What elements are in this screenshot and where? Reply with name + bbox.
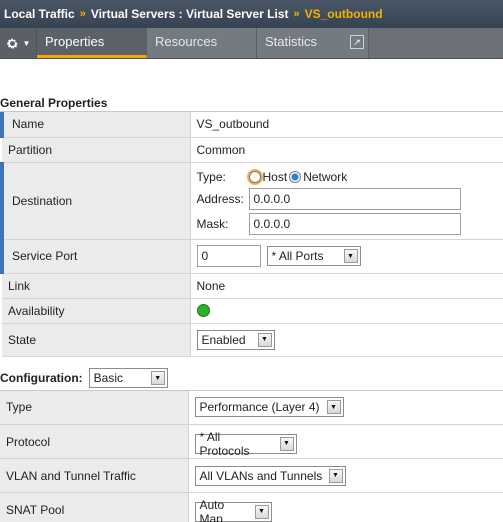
breadcrumb-separator: » <box>293 8 300 20</box>
chevron-down-icon: ▼ <box>343 249 358 263</box>
chevron-down-icon: ▼ <box>279 436 294 451</box>
tab-bar: ▼ Properties Resources Statistics ↗ <box>0 28 503 59</box>
breadcrumb: Local Traffic » Virtual Servers : Virtua… <box>0 0 503 28</box>
host-radio-label: Host <box>262 169 288 184</box>
gear-icon <box>6 38 18 48</box>
row-availability: Availability <box>2 298 503 324</box>
type-select-value: Performance (Layer 4) <box>199 400 320 415</box>
partition-label: Partition <box>2 137 191 163</box>
chevron-down-icon: ▼ <box>257 332 272 347</box>
row-service-port: Service Port 0 * All Ports ▼ <box>0 239 503 274</box>
type-select[interactable]: Performance (Layer 4) ▼ <box>194 397 344 418</box>
vlan-select[interactable]: All VLANs and Tunnels ▼ <box>194 465 346 486</box>
row-type: Type Performance (Layer 4) ▼ <box>0 390 503 425</box>
partition-value: Common <box>190 137 503 163</box>
state-select-value: Enabled <box>201 332 246 347</box>
general-properties-heading: General Properties <box>0 94 503 112</box>
service-port-select-value: * All Ports <box>271 249 324 263</box>
row-snat-pool: SNAT Pool Auto Map ▼ <box>0 492 503 522</box>
chevron-down-icon: ▼ <box>254 504 269 519</box>
snat-pool-label: SNAT Pool <box>0 492 189 522</box>
state-select[interactable]: Enabled ▼ <box>196 329 275 350</box>
address-label: Address: <box>196 192 244 206</box>
row-state: State Enabled ▼ <box>2 323 503 357</box>
network-radio-label: Network <box>303 169 348 184</box>
address-input[interactable]: 0.0.0.0 <box>248 188 461 210</box>
settings-menu-button[interactable]: ▼ <box>0 28 37 58</box>
row-partition: Partition Common <box>2 137 503 163</box>
availability-status-icon <box>196 303 210 317</box>
chevron-down-icon: ▼ <box>150 371 165 385</box>
popout-icon[interactable]: ↗ <box>350 35 364 49</box>
configuration-mode-select[interactable]: Basic ▼ <box>88 368 168 388</box>
row-destination: Destination Type: Host Network Address: … <box>0 162 503 240</box>
host-radio[interactable] <box>248 170 261 183</box>
service-port-label: Service Port <box>0 239 191 274</box>
breadcrumb-virtual-servers[interactable]: Virtual Servers : Virtual Server List <box>91 7 289 21</box>
row-protocol: Protocol * All Protocols ▼ <box>0 424 503 459</box>
destination-label: Destination <box>0 162 191 240</box>
vlan-label: VLAN and Tunnel Traffic <box>0 458 189 493</box>
name-value: VS_outbound <box>190 112 503 138</box>
name-label: Name <box>0 112 191 138</box>
tab-statistics[interactable]: Statistics ↗ <box>257 28 369 58</box>
configuration-table: Type Performance (Layer 4) ▼ Protocol * … <box>0 390 503 522</box>
protocol-label: Protocol <box>0 424 189 459</box>
configuration-heading: Configuration: <box>0 371 83 385</box>
service-port-select[interactable]: * All Ports ▼ <box>266 246 361 266</box>
protocol-select-value: * All Protocols <box>199 429 250 458</box>
row-vlan: VLAN and Tunnel Traffic All VLANs and Tu… <box>0 458 503 493</box>
protocol-select[interactable]: * All Protocols ▼ <box>194 430 297 458</box>
chevron-down-icon: ▼ <box>326 400 341 415</box>
link-label: Link <box>2 273 191 299</box>
type-label: Type <box>0 390 189 425</box>
service-port-input[interactable]: 0 <box>196 245 261 267</box>
breadcrumb-separator: » <box>79 8 86 20</box>
link-value: None <box>190 273 503 299</box>
tab-statistics-label: Statistics <box>265 34 318 49</box>
tab-properties[interactable]: Properties <box>37 28 147 58</box>
breadcrumb-current: VS_outbound <box>304 7 383 21</box>
snat-pool-select-value: Auto Map <box>199 497 225 522</box>
mask-label: Mask: <box>196 217 229 231</box>
availability-label: Availability <box>2 298 191 324</box>
configuration-mode-value: Basic <box>93 371 123 385</box>
row-link: Link None <box>2 273 503 299</box>
general-properties-table: Name VS_outbound Partition Common Destin… <box>0 112 503 357</box>
mask-input[interactable]: 0.0.0.0 <box>248 213 461 235</box>
vlan-select-value: All VLANs and Tunnels <box>199 468 323 483</box>
type-label: Type: <box>196 169 226 184</box>
state-label: State <box>2 323 191 357</box>
configuration-header: Configuration: Basic ▼ <box>0 367 503 391</box>
breadcrumb-local-traffic[interactable]: Local Traffic <box>4 7 75 21</box>
network-radio[interactable] <box>289 170 302 183</box>
chevron-down-icon: ▼ <box>328 468 343 483</box>
chevron-down-icon: ▼ <box>22 38 31 48</box>
snat-pool-select[interactable]: Auto Map ▼ <box>194 498 272 522</box>
row-name: Name VS_outbound <box>0 112 503 138</box>
tab-resources[interactable]: Resources <box>147 28 257 58</box>
